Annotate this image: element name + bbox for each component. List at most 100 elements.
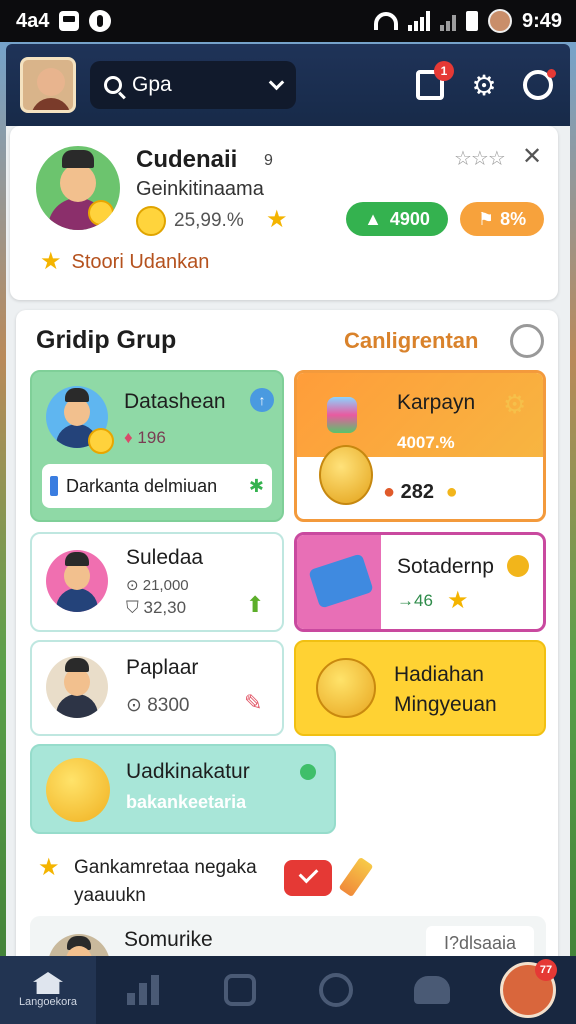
laugh-emoji-icon: [46, 758, 110, 822]
close-icon[interactable]: ✕: [522, 142, 542, 171]
profile-name: Cudenaii: [136, 146, 238, 173]
reminder-line-1: Gankamretaa negaka: [74, 857, 257, 878]
bottom-nav: Langoekora 77: [0, 956, 576, 1024]
upgrade-icon: ⬆: [246, 592, 265, 617]
tile-stat-value: 196: [137, 428, 166, 447]
tile-image-area: [297, 535, 381, 629]
nav-home[interactable]: Langoekora: [0, 956, 96, 1024]
nav-timer[interactable]: [288, 956, 384, 1024]
profile-circle-icon[interactable]: [510, 324, 544, 358]
upload-icon[interactable]: ↑: [250, 388, 274, 412]
timer-icon: [319, 973, 353, 1007]
gem-stack-icon: [327, 397, 357, 433]
clock-icon: ⊙: [126, 577, 139, 594]
tile-subtitle: bakankeetaria: [126, 792, 247, 812]
confirm-button[interactable]: [284, 860, 332, 896]
nav-list[interactable]: [192, 956, 288, 1024]
user-avatar[interactable]: [20, 57, 76, 113]
card-icon: [308, 553, 374, 609]
tile-sotadernp[interactable]: Sotadernp →46 ★: [294, 532, 546, 632]
app-status-icon: [89, 10, 112, 32]
smile-coin-icon: [136, 206, 166, 236]
search-icon: [104, 76, 122, 94]
location-icon: [300, 764, 316, 780]
nav-profile[interactable]: 77: [480, 956, 576, 1024]
tile-title: Paplaar: [126, 656, 199, 679]
nav-people[interactable]: [384, 956, 480, 1024]
tile-avatar: [46, 656, 108, 718]
tile-stat: ⊙ 8300: [126, 694, 189, 717]
tile-datashean[interactable]: Datashean ↑ ♦ 196 Darkanta delmiuan ✱: [30, 370, 284, 522]
tile-stat: →46: [397, 591, 433, 610]
pencil-icon[interactable]: [338, 856, 374, 898]
list-item-label: Somurike: [124, 928, 213, 951]
search-dropdown[interactable]: Gpa: [90, 61, 296, 109]
star-icon: ★: [38, 854, 60, 881]
tile-title-2: Mingyeuan: [394, 693, 497, 716]
profile-avatar-icon: 77: [500, 959, 557, 1018]
thumb-icon: ▲: [364, 208, 382, 229]
chevron-down-icon: [268, 74, 285, 90]
list-item[interactable]: Somurike I?dlsaaia: [30, 916, 546, 956]
tile-stat-1: ⊙ 21,000: [126, 576, 189, 594]
tile-title: Karpayn: [397, 391, 476, 414]
percent-pill[interactable]: ⚑ 8%: [460, 202, 544, 236]
list-item-button[interactable]: I?dlsaaia: [426, 926, 534, 956]
target-button[interactable]: [520, 67, 556, 103]
battery-icon: [465, 11, 478, 31]
profile-avatar: [36, 146, 120, 230]
tile-karpayn[interactable]: Karpayn ⚙ 4007.% ● 282 ●: [294, 370, 546, 522]
tile-percent: 4007.%: [397, 433, 455, 452]
tile-stat: ♦ 196: [124, 428, 166, 448]
status-right: 9:49: [373, 9, 562, 33]
points-value: 4900: [389, 208, 430, 229]
settings-button[interactable]: ⚙: [466, 67, 502, 103]
tile-coins-value: 282: [400, 481, 435, 503]
flag-icon: ⚑: [477, 208, 495, 229]
tile-paplaar[interactable]: Paplaar ⊙ 8300 ✎: [30, 640, 284, 736]
rating-stars[interactable]: ☆☆☆: [454, 146, 506, 171]
alert-dot: [547, 69, 556, 78]
bar-chart-icon: [127, 975, 161, 1005]
tile-coins: ● 282 ●: [383, 481, 458, 504]
tile-avatar: [48, 934, 110, 956]
profile-badge: 77: [535, 959, 557, 981]
reward-coin-icon: [316, 658, 376, 718]
promo-row[interactable]: ★ Stoori Udankan: [40, 250, 209, 274]
list-icon: [224, 974, 256, 1006]
star-icon: ★: [447, 587, 469, 614]
group-link[interactable]: Canligrentan: [344, 328, 478, 354]
tile-field-text: Darkanta delmiuan: [66, 475, 218, 496]
points-pill[interactable]: ▲ 4900: [346, 202, 448, 236]
tile-title: Sotadernp: [397, 555, 494, 578]
signal-icon: [407, 11, 430, 31]
nav-home-label: Langoekora: [18, 996, 78, 1008]
group-title: Gridip Grup: [36, 326, 177, 354]
info-icon: [50, 476, 58, 496]
clover-icon: ✱: [248, 475, 264, 496]
main-content[interactable]: Cudenaii 9 Geinkitinaama 25,99.% ★ ☆☆☆ ✕…: [6, 126, 570, 956]
edit-icon[interactable]: ✎: [244, 690, 262, 716]
home-icon: [33, 972, 63, 994]
tile-field[interactable]: Darkanta delmiuan ✱: [42, 464, 272, 508]
reminder-line-2: yaauukn: [74, 885, 146, 906]
promo-text: Stoori Udankan: [71, 250, 210, 273]
status-bar: 4a4 9:49: [0, 0, 576, 42]
header-actions: 1 ⚙: [412, 61, 556, 103]
tile-stat-2-value: 32,30: [143, 598, 187, 617]
profile-name-suffix: 9: [264, 152, 273, 169]
nav-stats[interactable]: [96, 956, 192, 1024]
tile-uadkinakatur[interactable]: Uadkinakatur bakankeetaria: [30, 744, 336, 834]
tile-hadiahan[interactable]: Hadiahan Mingyeuan: [294, 640, 546, 736]
notification-icon: [59, 11, 80, 31]
notification-badge: 1: [434, 61, 454, 81]
reminder-row[interactable]: ★ Gankamretaa negaka yaauukn: [38, 850, 538, 910]
tile-stat-value: 8300: [147, 695, 190, 716]
calendar-button[interactable]: 1: [412, 61, 454, 103]
promo-star-icon: ★: [40, 248, 62, 275]
profile-card[interactable]: Cudenaii 9 Geinkitinaama 25,99.% ★ ☆☆☆ ✕…: [10, 126, 558, 300]
gear-icon: ⚙: [471, 69, 497, 101]
tile-suledaa[interactable]: Suledaa ⊙ 21,000 ⛉ 32,30 ⬆: [30, 532, 284, 632]
star-icon: ★: [266, 206, 288, 233]
coins-icon: [319, 445, 373, 505]
